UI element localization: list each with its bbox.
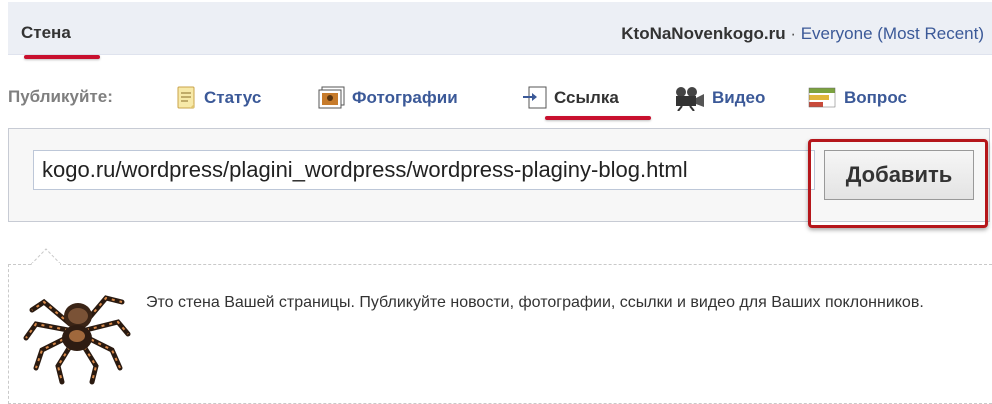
publish-link[interactable]: Ссылка: [522, 80, 619, 116]
status-icon: [176, 86, 198, 110]
wall-header: Стена KtoNaNovenkogo.ru · Everyone (Most…: [8, 2, 992, 55]
publish-label: Публикуйте:: [8, 87, 113, 106]
link-url-input[interactable]: [33, 150, 815, 190]
link-icon: [522, 85, 548, 111]
filter-dropdown[interactable]: Everyone (Most Recent): [801, 24, 984, 43]
publish-status[interactable]: Статус: [176, 80, 261, 116]
publish-question-label: Вопрос: [844, 88, 907, 107]
publish-video[interactable]: Видео: [672, 80, 765, 116]
publish-status-label: Статус: [204, 88, 262, 107]
photo-icon: [318, 86, 346, 110]
publish-question[interactable]: Вопрос: [808, 80, 907, 116]
video-icon: [672, 85, 706, 111]
wall-empty-box: [8, 264, 992, 404]
publish-row: Публикуйте: Статус Фотографии Ссылка Вид…: [8, 80, 992, 116]
publish-video-label: Видео: [712, 88, 766, 107]
page-name[interactable]: KtoNaNovenkogo.ru: [621, 24, 785, 43]
publish-link-label: Ссылка: [554, 88, 619, 107]
spider-image: [23, 295, 131, 385]
add-button[interactable]: Добавить: [824, 150, 974, 200]
separator: ·: [785, 24, 801, 43]
publish-photos-label: Фотографии: [352, 88, 458, 107]
header-filter-bar: KtoNaNovenkogo.ru · Everyone (Most Recen…: [621, 24, 984, 44]
publish-photos[interactable]: Фотографии: [318, 80, 458, 116]
wall-empty-message: Это стена Вашей страницы. Публикуйте нов…: [146, 294, 924, 311]
notch-gap: [32, 263, 60, 266]
link-tab-underline: [545, 116, 651, 120]
tab-wall-underline: [24, 55, 100, 59]
tab-wall[interactable]: Стена: [21, 23, 71, 43]
question-icon: [808, 86, 838, 110]
